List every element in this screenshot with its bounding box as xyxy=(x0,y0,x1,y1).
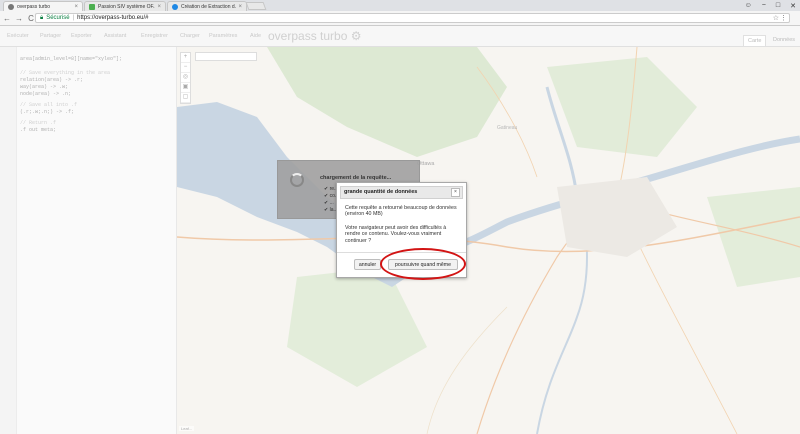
red-highlight-annotation xyxy=(380,248,466,280)
code-line: .f out meta; xyxy=(20,127,57,133)
minimize-button[interactable]: − xyxy=(762,2,766,9)
code-line: way(area) -> .w; xyxy=(20,84,69,90)
tab-close-icon[interactable]: × xyxy=(238,4,242,10)
share-button[interactable]: Partager xyxy=(40,33,61,39)
line-number-gutter xyxy=(0,47,17,434)
export-button[interactable]: Exporter xyxy=(71,33,92,39)
tab-label: Création de Extraction d... xyxy=(181,3,237,10)
window-controls: ☺ − □ ✕ xyxy=(745,0,796,11)
map-attribution: Leaf... xyxy=(179,426,195,431)
app-toolbar: Exécuter Partager Exporter Assistant Enr… xyxy=(0,26,800,47)
help-button[interactable]: Aide xyxy=(250,33,261,39)
url-separator: | xyxy=(72,15,75,21)
maximize-button[interactable]: □ xyxy=(776,2,780,9)
site-favicon-icon xyxy=(172,3,178,10)
code-line: (.r;.w;.n;) -> .f; xyxy=(20,109,75,115)
map-search-input[interactable] xyxy=(195,52,257,61)
code-line: node(area) -> .n; xyxy=(20,91,72,97)
zoom-out-button[interactable]: − xyxy=(181,63,190,73)
tab-label: Passion SIV système OF... xyxy=(98,3,156,10)
code-line: // Save all into .f xyxy=(20,102,78,108)
tab-overpass-turbo[interactable]: overpass turbo × xyxy=(3,1,83,11)
url-text[interactable]: https://overpass-turbo.eu/# xyxy=(77,15,148,21)
profile-icon[interactable]: ☺ xyxy=(745,2,752,9)
tab-label: overpass turbo xyxy=(17,3,51,10)
loading-step: ✔ ... xyxy=(324,200,334,206)
save-button[interactable]: Enregistrer xyxy=(141,33,168,39)
tab-close-icon[interactable]: × xyxy=(157,4,161,10)
code-line: relation(area) -> .r; xyxy=(20,77,84,83)
wizard-button[interactable]: Assistant xyxy=(104,33,126,39)
settings-button[interactable]: Paramètres xyxy=(209,33,237,39)
cancel-button[interactable]: annuler xyxy=(354,259,381,270)
code-line: area[admin_level=8][name="xyleo"]; xyxy=(20,56,123,62)
omnibox[interactable]: 🔒︎ Sécurisé | https://overpass-turbo.eu/… xyxy=(35,13,790,23)
forward-button[interactable]: → xyxy=(14,14,24,23)
dialog-message-size: Cette requête a retourné beaucoup de don… xyxy=(345,205,457,218)
fullscreen-icon[interactable]: ▢ xyxy=(181,93,190,103)
map-tiles xyxy=(177,47,800,434)
lock-icon: 🔒︎ xyxy=(40,14,44,21)
tab-data[interactable]: Données xyxy=(769,35,799,45)
query-editor[interactable]: area[admin_level=8][name="xyleo"]; // Sa… xyxy=(0,47,177,434)
locate-icon[interactable]: ◎ xyxy=(181,73,190,83)
dialog-message-warning: Votre navigateur peut avoir des difficul… xyxy=(345,225,447,244)
zoom-in-button[interactable]: + xyxy=(181,53,190,63)
map-view[interactable]: + − ◎ ▣ ▢ Ottawa Gatineau Leaf... xyxy=(177,47,800,434)
dialog-close-button[interactable]: × xyxy=(451,188,460,197)
code-line: // Return .f xyxy=(20,120,57,126)
site-favicon-icon xyxy=(89,3,95,10)
tab-creation-extraction[interactable]: Création de Extraction d... × xyxy=(167,1,247,11)
fit-data-icon[interactable]: ▣ xyxy=(181,83,190,93)
zoom-control: + − ◎ ▣ ▢ xyxy=(180,52,191,104)
map-label-gatineau: Gatineau xyxy=(497,125,518,131)
code-line: // Save everything in the area xyxy=(20,70,111,76)
close-window-button[interactable]: ✕ xyxy=(790,2,796,10)
overpass-favicon-icon xyxy=(8,3,14,10)
browser-tab-strip: overpass turbo × Passion SIV système OF.… xyxy=(0,0,800,11)
bookmark-star-icon[interactable]: ☆ xyxy=(773,14,779,23)
tab-close-icon[interactable]: × xyxy=(74,4,78,10)
dialog-title: grande quantité de données xyxy=(344,189,418,195)
spinner-icon xyxy=(290,173,304,187)
tab-passion-siv[interactable]: Passion SIV système OF... × xyxy=(84,1,166,11)
run-button[interactable]: Exécuter xyxy=(7,33,29,39)
app-title: overpass turbo ⚙ xyxy=(268,29,362,43)
loading-title: chargement de la requête... xyxy=(320,175,392,181)
address-bar-row: ← → C 🔒︎ Sécurisé | https://overpass-tur… xyxy=(0,11,800,26)
tab-map[interactable]: Carte xyxy=(743,35,767,46)
back-button[interactable]: ← xyxy=(2,14,12,23)
browser-menu-icon[interactable]: ⋮ xyxy=(780,14,787,23)
secure-label: Sécurisé xyxy=(46,15,70,21)
new-tab-button[interactable] xyxy=(245,2,267,10)
dialog-titlebar: grande quantité de données × xyxy=(340,186,463,199)
load-button[interactable]: Charger xyxy=(180,33,200,39)
